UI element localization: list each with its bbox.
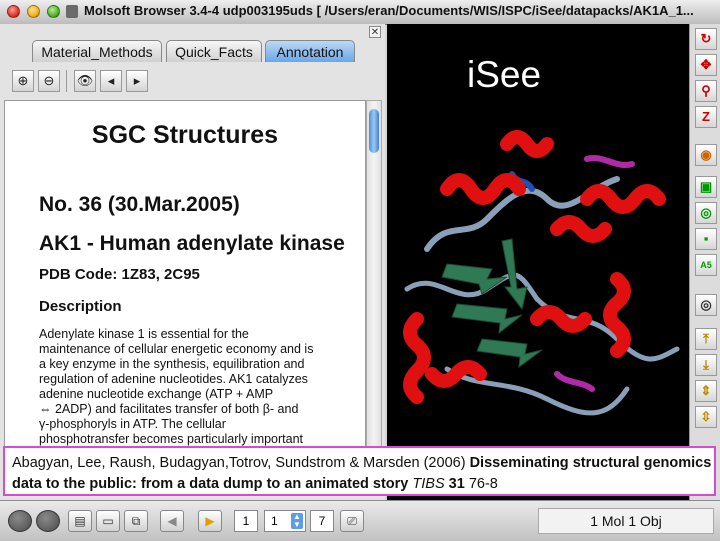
status-text: 1 Mol 1 Obj [538, 508, 714, 534]
tab-annotation[interactable]: Annotation [265, 40, 355, 62]
citation-pages: 76-8 [464, 476, 498, 492]
clip-move-icon[interactable]: ⇳ [695, 406, 717, 428]
body-line: ⇔ 2ADP) and facilitates transfer of both… [39, 402, 299, 416]
find-previous-icon[interactable]: ◂ [100, 70, 122, 92]
document-scrollbar[interactable] [366, 100, 382, 472]
select-box-icon[interactable]: ▣ [695, 176, 717, 198]
select-lasso-icon[interactable]: ◎ [695, 202, 717, 224]
documents-icon[interactable]: ▤ [68, 510, 92, 532]
slides-icon[interactable]: ⧉ [124, 510, 148, 532]
body-line: adenine nucleotide exchange (ATP + AMP [39, 387, 274, 401]
pdb-code: PDB Code: 1Z83, 2C95 [39, 266, 200, 283]
citation-journal: TIBS [412, 476, 445, 492]
presentation-icon[interactable]: ⎚ [340, 510, 364, 532]
window-titlebar: Molsoft Browser 3.4-4 udp003195uds [ /Us… [0, 0, 720, 25]
protein-ribbon-graphic[interactable] [387, 119, 689, 439]
body-line: regulation of adenine nucleotides. AK1 c… [39, 372, 308, 386]
body-line: phosphotransfer becomes particularly imp… [39, 432, 304, 446]
body-line: Adenylate kinase 1 is essential for the [39, 327, 249, 341]
stepper-arrows-icon[interactable]: ▲ ▼ [291, 513, 303, 529]
page-heading: SGC Structures [91, 121, 279, 149]
zoom-out-icon[interactable]: ⊖ [38, 70, 60, 92]
slide-first-field[interactable]: 1 [234, 510, 258, 532]
zoom-icon[interactable]: ⚲ [695, 80, 717, 102]
protein-title: AK1 - Human adenylate kinase [39, 232, 345, 255]
close-pane-icon[interactable]: ✕ [369, 26, 381, 38]
translate-icon[interactable]: ✥ [695, 54, 717, 76]
clipping-icon[interactable]: ◎ [695, 294, 717, 316]
document-view: SGC Structures No. 36 (30.Mar.2005) AK1 … [4, 100, 366, 472]
bottom-toolbar: ▤ ▭ ⧉ ◀ ▶ 1 1 ▲ ▼ 7 ⎚ 1 Mol 1 Obj [0, 500, 720, 541]
molecule-viewer[interactable]: iSee [387, 24, 689, 500]
z-rotate-icon[interactable]: Z [695, 106, 717, 128]
description-heading: Description [39, 298, 122, 315]
slide-last-field[interactable]: 7 [310, 510, 334, 532]
viewer-toolbar: ↻ ✥ ⚲ Z ◉ ▣ ◎ ▪ A5 ◎ ⤒ ⤓ ⇕ ⇳ [689, 24, 720, 500]
select-residue-icon[interactable]: ▪ [695, 228, 717, 250]
citation-box: Abagyan, Lee, Raush, Budagyan,Totrov, Su… [3, 446, 716, 496]
back-arrow-icon[interactable]: ◀ [160, 510, 184, 532]
center-view-icon[interactable]: ◉ [695, 144, 717, 166]
app-icon [66, 5, 78, 18]
find-next-icon[interactable]: ▸ [126, 70, 148, 92]
body-line: a key enzyme in the synthesis, equilibra… [39, 357, 305, 371]
close-window-button[interactable] [7, 5, 20, 18]
find-binoculars-icon[interactable]: 👁 [74, 70, 96, 92]
window-title: Molsoft Browser 3.4-4 udp003195uds [ /Us… [84, 3, 694, 18]
slide-selector-value: 1 [271, 514, 278, 528]
toolbar-separator [66, 70, 67, 92]
tab-bar: Material_Methods Quick_Facts Annotation [0, 40, 385, 66]
body-line: γ-phosphoryls in ATP. The cellular [39, 417, 226, 431]
issue-number: No. 36 (30.Mar.2005) [39, 193, 240, 216]
record-icon[interactable] [8, 510, 32, 532]
tab-material-methods[interactable]: Material_Methods [32, 40, 162, 62]
label-atom-icon[interactable]: A5 [695, 254, 717, 276]
clip-slab-icon[interactable]: ⇕ [695, 380, 717, 402]
zoom-in-icon[interactable]: ⊕ [12, 70, 34, 92]
html-browser-pane: Material_Methods Quick_Facts Annotation … [0, 24, 385, 500]
citation-volume: 31 [448, 476, 465, 492]
description-body: Adenylate kinase 1 is essential for the … [39, 327, 335, 447]
tab-quick-facts[interactable]: Quick_Facts [166, 40, 262, 62]
scrollbar-thumb[interactable] [369, 109, 379, 153]
window-icon[interactable]: ▭ [96, 510, 120, 532]
forward-arrow-icon[interactable]: ▶ [198, 510, 222, 532]
zoom-window-button[interactable] [47, 5, 60, 18]
viewer-overlay-title: iSee [467, 54, 542, 95]
slide-selector[interactable]: 1 ▲ ▼ [264, 510, 306, 532]
stop-icon[interactable] [36, 510, 60, 532]
document-toolbar: ⊕ ⊖ 👁 ◂ ▸ [4, 68, 380, 96]
rotate-icon[interactable]: ↻ [695, 28, 717, 50]
citation-authors: Abagyan, Lee, Raush, Budagyan,Totrov, Su… [12, 455, 470, 471]
clip-back-icon[interactable]: ⤓ [695, 354, 717, 376]
minimize-window-button[interactable] [27, 5, 40, 18]
clip-front-icon[interactable]: ⤒ [695, 328, 717, 350]
body-line: maintenance of cellular energetic econom… [39, 342, 314, 356]
